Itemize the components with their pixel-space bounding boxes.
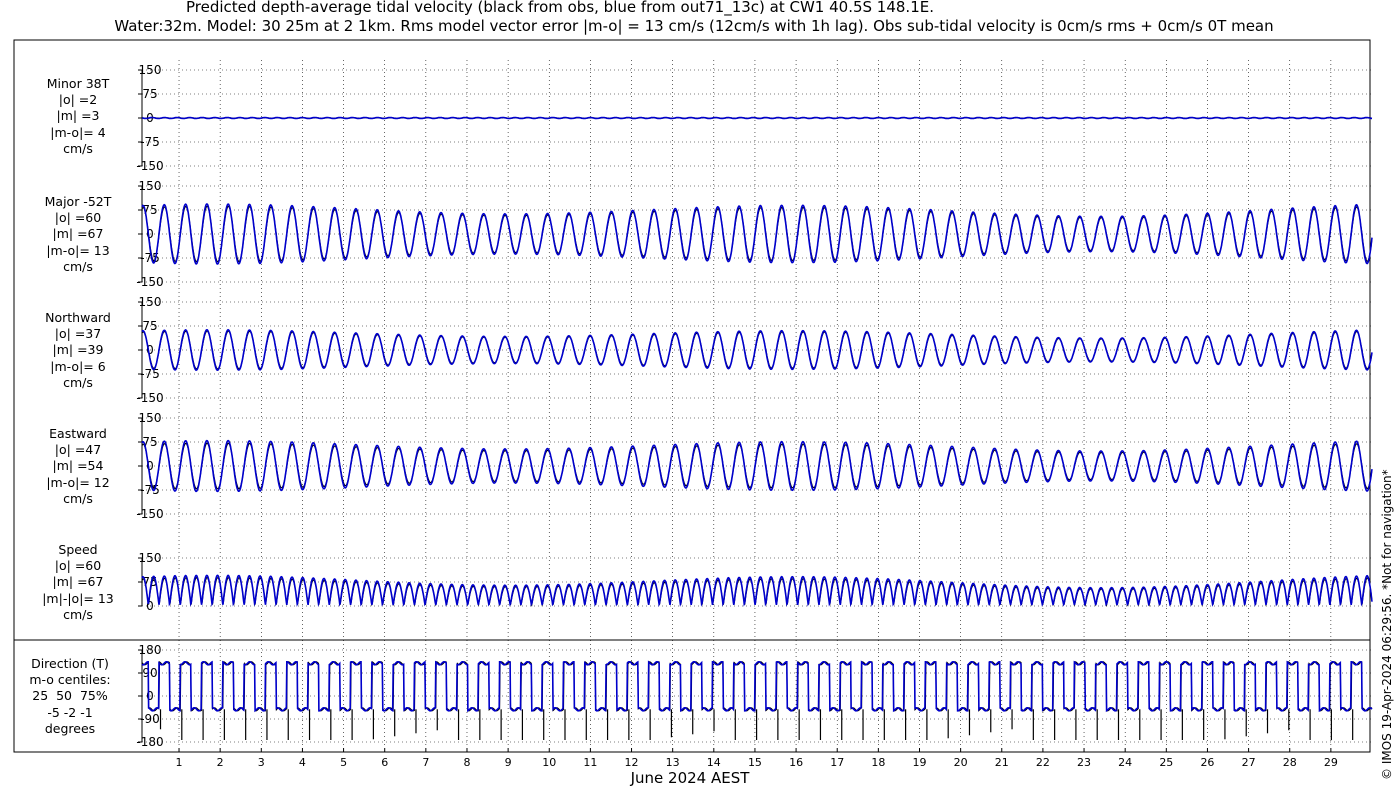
x-tick-label-27: 27: [1242, 756, 1256, 769]
minor-panel-label: Minor 38T |o| =2 |m| =3 |m-o|= 4 cm/s: [28, 76, 128, 157]
speed-panel-label: Speed |o| =60 |m| =67 |m|-|o|= 13 cm/s: [28, 542, 128, 623]
x-tick-label-1: 1: [176, 756, 183, 769]
speed-y-tick-label: 150: [139, 551, 162, 565]
northward-y-tick-label: -150: [136, 391, 163, 405]
x-tick-label-24: 24: [1118, 756, 1132, 769]
x-tick-label-29: 29: [1324, 756, 1338, 769]
direction-label-line: Direction (T): [31, 656, 109, 671]
x-tick-label-20: 20: [954, 756, 968, 769]
eastward-label-line: |o| =47: [54, 442, 102, 458]
northward-label-line: cm/s: [63, 374, 93, 390]
major-panel-label: Major -52T |o| =60 |m| =67 |m-o|= 13 cm/s: [28, 194, 128, 275]
minor-model-line: [141, 116, 1372, 120]
direction-y-tick-label: 180: [139, 643, 162, 657]
x-tick-label-19: 19: [912, 756, 926, 769]
eastward-y-tick-label: 150: [139, 411, 162, 425]
minor-y-tick-label: 75: [142, 87, 157, 101]
x-tick-label-26: 26: [1200, 756, 1214, 769]
x-tick-label-8: 8: [463, 756, 470, 769]
minor-y-tick-label: 150: [139, 63, 162, 77]
direction-y-tick-label: 0: [146, 689, 154, 703]
x-axis-label: June 2024 AEST: [630, 769, 750, 787]
x-tick-label-12: 12: [625, 756, 639, 769]
direction-label-line: 25 50 75%: [32, 688, 108, 704]
x-tick-label-2: 2: [217, 756, 224, 769]
direction-y-tick-label: 90: [142, 666, 157, 680]
northward-label-line: |m-o|= 6: [50, 358, 106, 374]
direction-y-tick-label: -90: [140, 712, 160, 726]
minor-label-line: |m-o|= 4: [50, 124, 106, 140]
x-tick-label-10: 10: [542, 756, 556, 769]
x-tick-label-7: 7: [422, 756, 429, 769]
x-tick-label-16: 16: [789, 756, 803, 769]
x-tick-label-18: 18: [871, 756, 885, 769]
eastward-y-tick-label: -75: [140, 483, 160, 497]
x-tick-label-13: 13: [666, 756, 680, 769]
northward-y-tick-label: -75: [140, 367, 160, 381]
x-tick-label-28: 28: [1283, 756, 1297, 769]
major-label-line: cm/s: [63, 258, 93, 274]
major-label-line: |m| =67: [52, 226, 104, 242]
minor-label-line: Minor 38T: [46, 76, 110, 91]
direction-model-line: [141, 660, 1373, 713]
northward-label-line: Northward: [45, 310, 111, 325]
tidal-velocity-chart: 1 2 3 4 5 6 7 8 9 10 11 12 13 14 15 16 17 18 19 20 21 22 23 24 2…: [13, 39, 1373, 769]
direction-label-line: -5 -2 -1: [47, 704, 93, 720]
minor-label-line: |m| =3: [56, 108, 100, 124]
x-tick-label-21: 21: [995, 756, 1009, 769]
x-tick-label-5: 5: [340, 756, 347, 769]
northward-y-tick-label: 150: [139, 295, 162, 309]
minor-label-line: |o| =2: [58, 92, 98, 108]
major-y-tick-label: -150: [136, 275, 163, 289]
x-tick-label-17: 17: [830, 756, 844, 769]
x-tick-label-6: 6: [381, 756, 388, 769]
x-tick-label-15: 15: [748, 756, 762, 769]
x-tick-label-23: 23: [1077, 756, 1091, 769]
direction-obs-line: [141, 660, 1373, 712]
direction-label-line: m-o centiles:: [29, 672, 111, 688]
x-tick-label-11: 11: [583, 756, 597, 769]
eastward-label-line: Eastward: [49, 426, 107, 441]
major-label-line: |o| =60: [54, 210, 102, 226]
northward-y-tick-label: 75: [142, 319, 157, 333]
major-label-line: |m-o|= 13: [46, 242, 110, 258]
speed-label-line: |m|-|o|= 13: [42, 590, 114, 606]
speed-model-line: [141, 574, 1373, 608]
x-tick-label-3: 3: [258, 756, 265, 769]
speed-label-line: |m| =67: [52, 574, 104, 590]
x-tick-label-9: 9: [505, 756, 512, 769]
minor-y-tick-label: -150: [136, 159, 163, 173]
copyright-note: © IMOS 19-Apr-2024 06:29:56. *Not for na…: [1380, 469, 1394, 780]
x-tick-label-14: 14: [707, 756, 721, 769]
northward-panel-label: Northward |o| =37 |m| =39 |m-o|= 6 cm/s: [28, 310, 128, 391]
speed-label-line: cm/s: [63, 606, 93, 622]
speed-label-line: |o| =60: [54, 558, 102, 574]
northward-label-line: |m| =39: [52, 342, 104, 358]
major-label-line: Major -52T: [44, 194, 112, 209]
x-tick-label-25: 25: [1159, 756, 1173, 769]
direction-y-tick-label: -180: [136, 735, 163, 749]
minor-y-tick-label: -75: [140, 135, 160, 149]
direction-panel-label: Direction (T) m-o centiles: 25 50 75% -5 -2…: [20, 656, 120, 737]
eastward-y-tick-label: -150: [136, 507, 163, 521]
minor-label-line: cm/s: [63, 140, 93, 156]
northward-label-line: |o| =37: [54, 326, 102, 342]
direction-label-line: degrees: [44, 720, 96, 736]
eastward-label-line: cm/s: [63, 490, 93, 506]
speed-label-line: Speed: [58, 542, 98, 557]
eastward-label-line: |m| =54: [52, 458, 104, 474]
x-tick-label-4: 4: [299, 756, 306, 769]
major-y-tick-label: 150: [139, 179, 162, 193]
x-tick-label-22: 22: [1036, 756, 1050, 769]
eastward-label-line: |m-o|= 12: [46, 474, 110, 490]
eastward-panel-label: Eastward |o| =47 |m| =54 |m-o|= 12 cm/s: [28, 426, 128, 507]
